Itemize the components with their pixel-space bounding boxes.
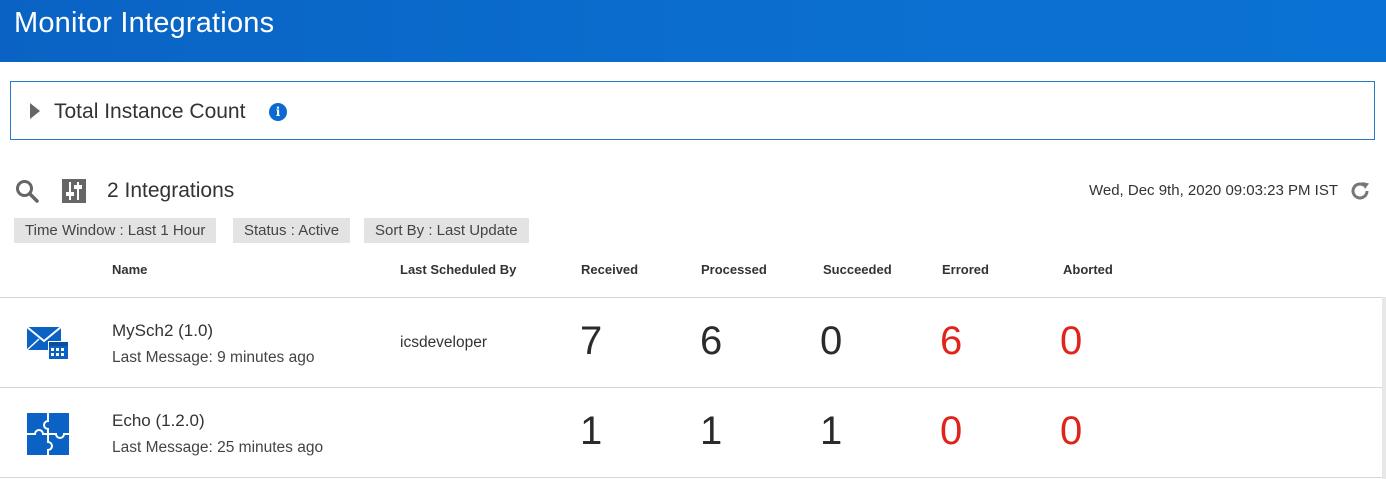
email-schedule-icon [26,326,69,360]
expand-caret-icon[interactable] [30,103,40,119]
column-header-processed[interactable]: Processed [701,262,767,277]
succeeded-count[interactable]: 0 [820,319,880,364]
table-bottom-border [0,477,1382,478]
received-count[interactable]: 1 [580,409,640,454]
last-message: Last Message: 9 minutes ago [112,349,315,366]
errored-count[interactable]: 6 [940,319,1000,364]
integration-name[interactable]: MySch2 (1.0) [112,321,213,341]
integration-name[interactable]: Echo (1.2.0) [112,411,205,431]
page-header: Monitor Integrations [0,0,1386,62]
column-header-last-scheduled-by[interactable]: Last Scheduled By [400,262,516,277]
filter-chip-status[interactable]: Status : Active [233,218,351,243]
table-row[interactable]: Echo (1.2.0) Last Message: 25 minutes ag… [0,387,1382,477]
column-header-aborted[interactable]: Aborted [1063,262,1113,277]
last-refresh-timestamp: Wed, Dec 9th, 2020 09:03:23 PM IST [1088,182,1338,199]
aborted-count[interactable]: 0 [1060,409,1120,454]
scrollbar-track[interactable] [1382,297,1386,479]
info-icon[interactable]: i [269,103,287,121]
column-header-name[interactable]: Name [112,262,147,277]
column-header-received[interactable]: Received [581,262,638,277]
errored-count[interactable]: 0 [940,409,1000,454]
page-title: Monitor Integrations [14,7,275,39]
total-instance-count-label: Total Instance Count [54,100,246,123]
filter-chip-time-window[interactable]: Time Window : Last 1 Hour [14,218,217,243]
processed-count[interactable]: 6 [700,319,760,364]
aborted-count[interactable]: 0 [1060,319,1120,364]
succeeded-count[interactable]: 1 [820,409,880,454]
column-header-errored[interactable]: Errored [942,262,989,277]
puzzle-icon [27,413,69,455]
table-row[interactable]: MySch2 (1.0) Last Message: 9 minutes ago… [0,297,1382,387]
refresh-icon[interactable] [1349,180,1371,202]
received-count[interactable]: 7 [580,319,640,364]
total-instance-count-panel[interactable]: Total Instance Count i [10,81,1375,140]
search-icon[interactable] [14,178,40,204]
integrations-count: 2 Integrations [107,179,235,202]
filter-icon[interactable] [61,178,87,204]
last-message: Last Message: 25 minutes ago [112,439,324,456]
filter-chip-sort-by[interactable]: Sort By : Last Update [364,218,529,243]
processed-count[interactable]: 1 [700,409,760,454]
column-header-succeeded[interactable]: Succeeded [823,262,892,277]
last-scheduled-by: icsdeveloper [400,334,488,351]
